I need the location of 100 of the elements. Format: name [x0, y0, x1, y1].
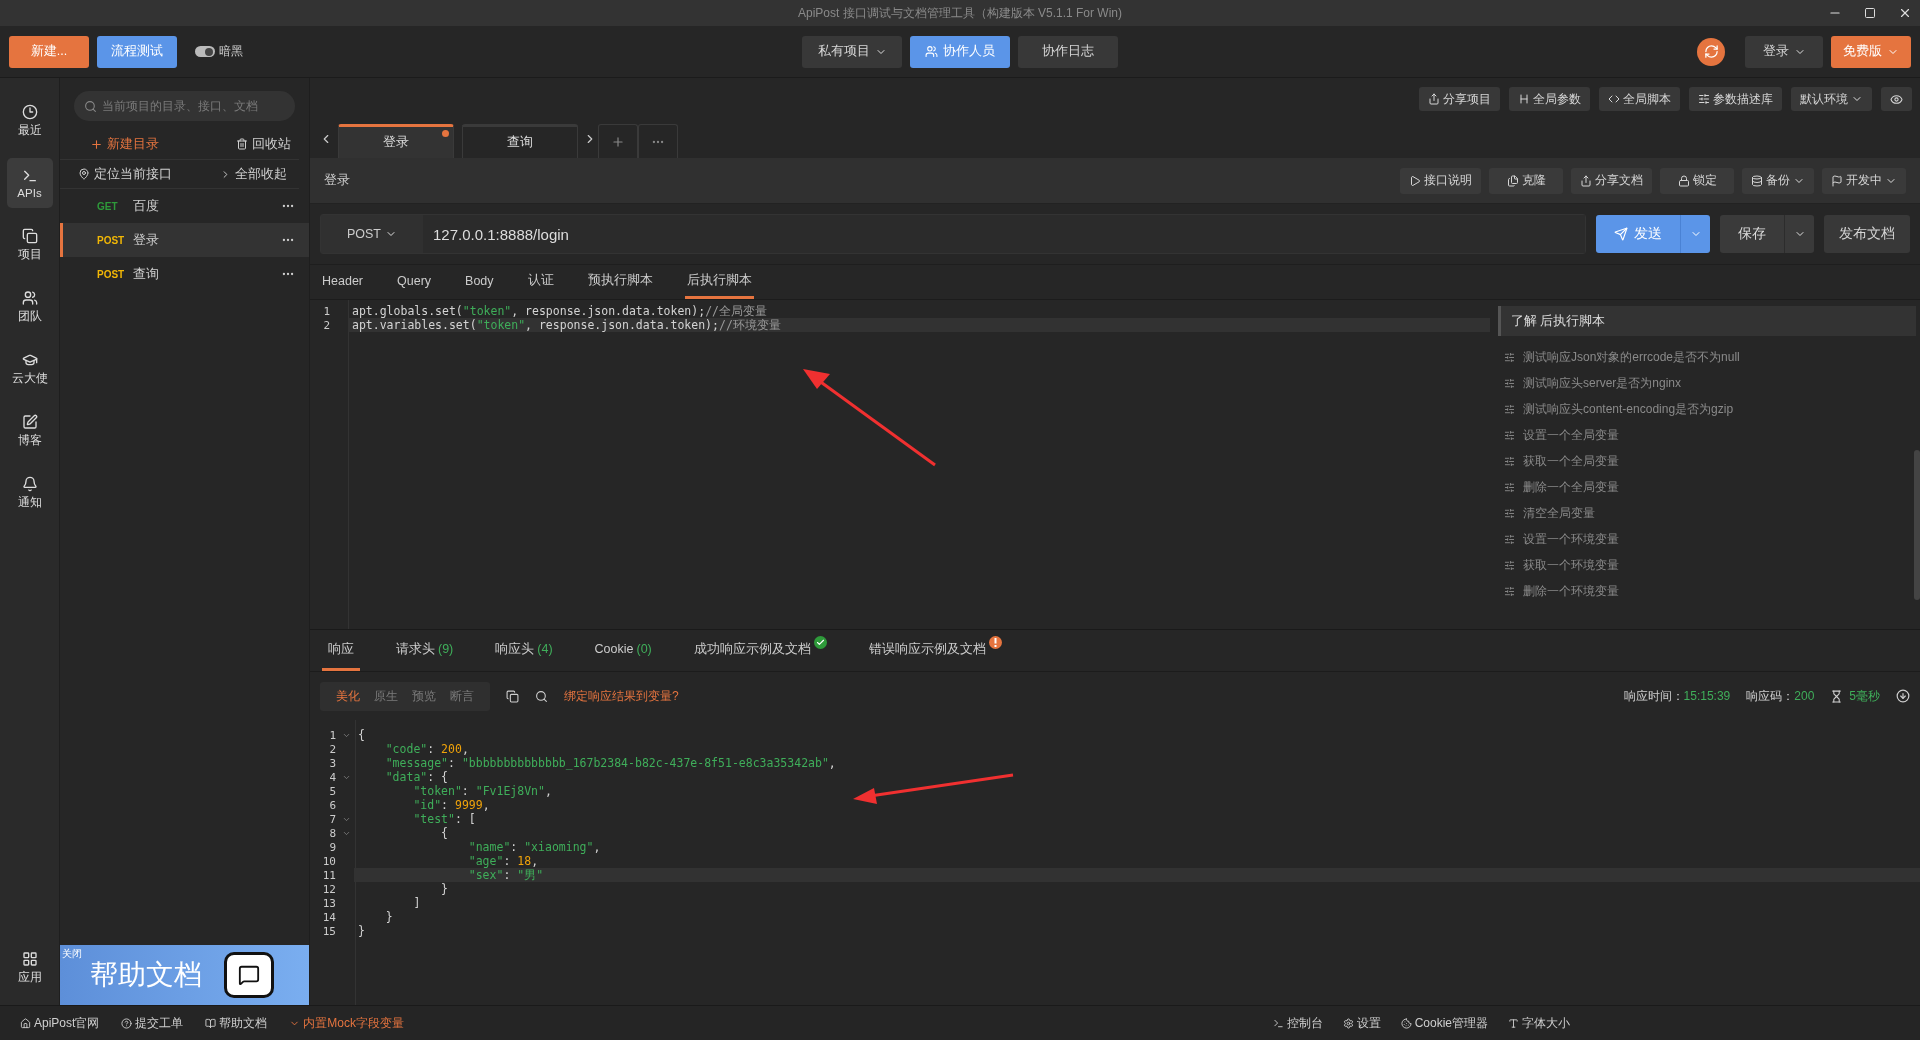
project-tool-button[interactable]: 全局脚本 [1599, 87, 1680, 111]
sync-icon[interactable] [1697, 37, 1725, 66]
request-action-button[interactable]: 接口说明 [1400, 167, 1481, 194]
request-action-button[interactable]: 开发中 [1822, 167, 1906, 194]
project-tool-button[interactable]: 全局参数 [1509, 87, 1590, 111]
rail-label: 云大使 [11, 371, 48, 386]
locate-link[interactable]: 定位当前接口 [78, 165, 172, 183]
dark-mode-toggle[interactable] [195, 46, 215, 57]
response-tab[interactable]: 成功响应示例及文档 [687, 630, 833, 671]
status-link[interactable]: 设置 [1342, 1014, 1381, 1032]
download-icon[interactable] [1896, 689, 1910, 703]
rail-item[interactable]: 最近 [6, 96, 53, 146]
request-action-button[interactable]: 分享文档 [1571, 167, 1652, 194]
rail-item[interactable]: 团队 [6, 282, 53, 332]
api-name: 登录 [133, 231, 159, 249]
view-mode-option[interactable]: 美化 [330, 685, 366, 707]
project-tool-button[interactable]: 默认环境 [1791, 87, 1872, 111]
rail-item[interactable]: APIs [6, 158, 53, 208]
status-code-label: 响应码：200 [1746, 687, 1815, 705]
status-link[interactable]: 控制台 [1272, 1014, 1323, 1032]
send-icon [1614, 227, 1628, 241]
snippet-item[interactable]: 获取一个全局变量 [1498, 448, 1916, 474]
request-section-tab[interactable]: Header [320, 265, 365, 299]
eye-button[interactable] [1881, 87, 1912, 111]
search-field[interactable]: 当前项目的目录、接口、文档 [74, 91, 295, 121]
rail-item[interactable]: 博客 [6, 406, 53, 456]
snippet-item[interactable]: 测试响应头server是否为nginx [1498, 370, 1916, 396]
login-button[interactable]: 登录 [1745, 35, 1823, 68]
status-link[interactable]: Cookie管理器 [1400, 1014, 1488, 1032]
request-section-tab[interactable]: 认证 [525, 265, 556, 299]
users-icon [925, 45, 938, 58]
request-section-tab[interactable]: Body [463, 265, 496, 299]
rail-item[interactable]: 通知 [6, 468, 53, 518]
banner-title: 帮助文档 [90, 958, 202, 992]
lock-icon [1677, 174, 1690, 187]
copy-icon[interactable] [506, 689, 519, 703]
snippet-item[interactable]: 测试响应头content-encoding是否为gzip [1498, 396, 1916, 422]
request-action-button[interactable]: 锁定 [1660, 167, 1734, 194]
response-time-label: 响应时间：15:15:39 [1623, 687, 1731, 705]
project-tool-button[interactable]: 参数描述库 [1689, 87, 1782, 111]
code-icon [1608, 93, 1620, 105]
request-action-button[interactable]: 备份 [1742, 167, 1814, 194]
rail-label: 最近 [17, 123, 42, 138]
api-tree-item[interactable]: POST 登录 [60, 223, 309, 257]
type-icon [1508, 1017, 1519, 1029]
snippet-item[interactable]: 获取一个环境变量 [1498, 552, 1916, 578]
response-tab[interactable]: Cookie (0) [588, 630, 658, 671]
publish-button[interactable]: 发布文档 [1824, 215, 1910, 253]
bind-variable-link[interactable]: 绑定响应结果到变量? [564, 687, 679, 705]
line-number: 3 [328, 756, 337, 770]
response-tab[interactable]: 请求头 (9) [390, 630, 460, 671]
status-link[interactable]: 帮助文档 [205, 1014, 268, 1032]
code-line: } [357, 924, 366, 938]
status-link[interactable]: ApiPost官网 [20, 1014, 100, 1032]
collapse-all-link[interactable]: 全部收起 [220, 165, 287, 183]
view-mode-switch[interactable]: 美化 原生 预览 断言 [320, 681, 490, 711]
snippet-item[interactable]: 清空全局变量 [1498, 500, 1916, 526]
rail-label: 团队 [17, 309, 42, 324]
line-number: 2 [322, 318, 331, 332]
response-tab[interactable]: 错误响应示例及文档 [862, 630, 1008, 671]
status-link[interactable]: 提交工单 [121, 1014, 184, 1032]
window-title: ApiPost 接口调试与文档管理工具（构建版本 V5.1.1 For Win) [797, 4, 1122, 22]
project-tool-button[interactable]: 分享项目 [1419, 87, 1500, 111]
rail-item[interactable]: 项目 [6, 220, 53, 270]
api-tree-item[interactable]: GET 百度 [60, 189, 309, 223]
scrollbar-thumb[interactable] [1914, 450, 1920, 600]
code-line: "data": { [384, 770, 450, 784]
hourglass-icon [1830, 689, 1844, 703]
search-icon[interactable] [535, 689, 548, 703]
request-section-tab[interactable]: 预执行脚本 [585, 265, 655, 299]
line-number: 8 [328, 826, 337, 840]
api-tree-item[interactable]: POST 查询 [60, 257, 309, 291]
line-number: 7 [328, 812, 337, 826]
request-tab[interactable]: 登录 [338, 124, 454, 158]
rail-item[interactable]: 应用 [6, 943, 53, 993]
close-icon[interactable] [1898, 6, 1912, 20]
status-link[interactable]: 内置Mock字段变量 [289, 1014, 405, 1032]
users-icon [21, 290, 38, 306]
request-section-tab[interactable]: Query [395, 265, 434, 299]
project-nav-button[interactable]: 私有项目 [802, 35, 902, 68]
rail-item[interactable]: 云大使 [6, 344, 53, 394]
snippet-item[interactable]: 删除一个环境变量 [1498, 578, 1916, 604]
project-nav-button[interactable]: 协作日志 [1018, 35, 1118, 68]
snippet-item[interactable]: 删除一个全局变量 [1498, 474, 1916, 500]
response-tab[interactable]: 响应头 (4) [489, 630, 559, 671]
rail-label: APIs [17, 186, 42, 199]
api-name: 百度 [133, 197, 159, 215]
snippet-item[interactable]: 设置一个环境变量 [1498, 526, 1916, 552]
trash-link[interactable]: 回收站 [236, 135, 291, 153]
maximize-icon[interactable] [1864, 7, 1876, 19]
api-name: 查询 [133, 265, 159, 283]
snippet-item[interactable]: 测试响应Json对象的errcode是否不为null [1498, 344, 1916, 370]
response-tab[interactable]: 响应 [322, 630, 360, 671]
new-folder-link[interactable]: 新建目录 [90, 135, 159, 153]
status-link[interactable]: 字体大小 [1508, 1014, 1570, 1032]
request-action-button[interactable]: 克隆 [1489, 167, 1563, 194]
snippet-item[interactable]: 设置一个全局变量 [1498, 422, 1916, 448]
pen-icon [21, 414, 38, 430]
request-tab[interactable]: 查询 [462, 124, 578, 158]
grid-icon [21, 951, 38, 967]
